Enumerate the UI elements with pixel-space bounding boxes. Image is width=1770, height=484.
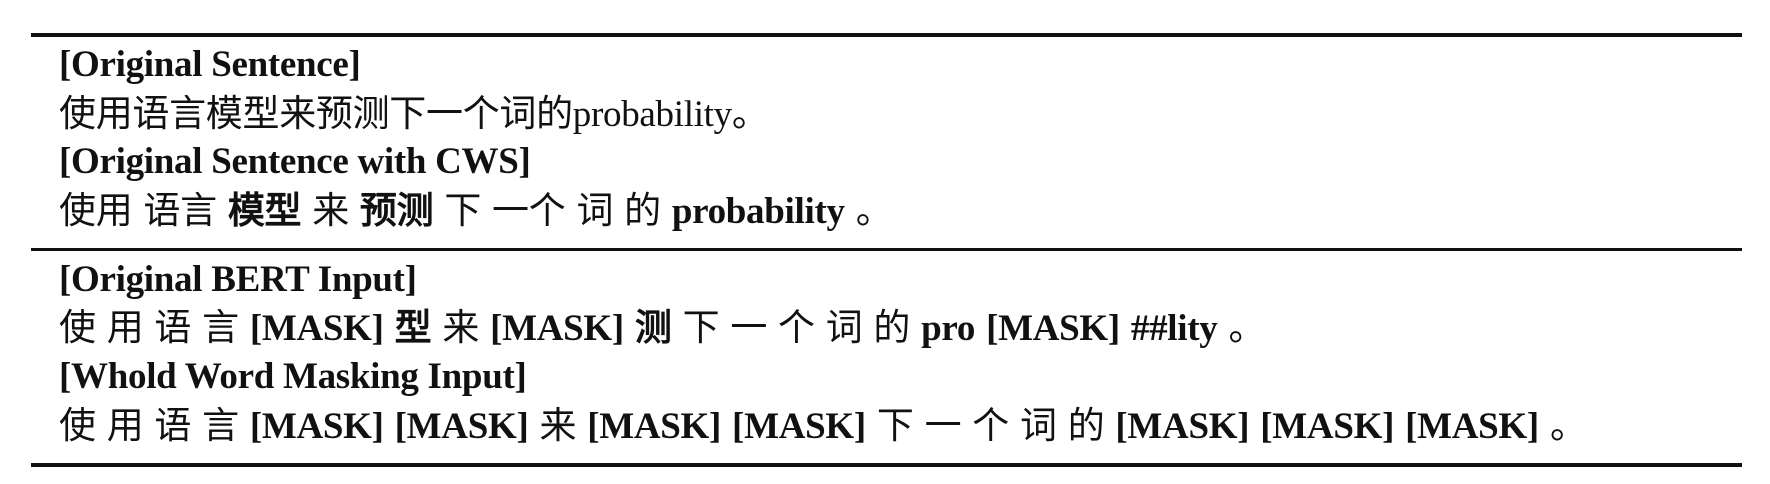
sentence-cws: 使用 语言 模型来预测下一个词的 probability。 bbox=[59, 190, 903, 234]
token: 言 bbox=[202, 308, 239, 349]
sentence-wwm-input: 使用语言 [MASK] [MASK] 来 [MASK] [MASK] 下一个词的 [MASK]… bbox=[59, 405, 1598, 449]
token: [MASK] bbox=[587, 406, 722, 447]
token: 语言 bbox=[143, 191, 217, 232]
token: 使用 bbox=[59, 191, 133, 232]
token: 词 bbox=[576, 191, 614, 232]
token: [MASK] bbox=[1260, 406, 1395, 447]
token: 测 bbox=[634, 308, 672, 349]
token: [MASK] bbox=[1115, 406, 1250, 447]
token: 型 bbox=[394, 308, 432, 349]
token: 语 bbox=[154, 406, 192, 447]
token: 言 bbox=[202, 406, 239, 447]
token: pro bbox=[921, 308, 976, 349]
token: 下 bbox=[682, 308, 720, 349]
token: 使 bbox=[59, 308, 96, 349]
token: 。 bbox=[1228, 308, 1266, 349]
token: [MASK] bbox=[732, 406, 866, 447]
token: 来 bbox=[442, 308, 480, 349]
token: 语 bbox=[154, 308, 192, 349]
sentence-bert-input: 使用语言 [MASK] 型来 [MASK] 测下一个词的 pro [MASK] ##lity。 bbox=[59, 307, 1276, 351]
token: [MASK] bbox=[1405, 406, 1539, 447]
label-whole-word-masking-input: [Whold Word Masking Input] bbox=[59, 356, 527, 397]
middle-rule bbox=[31, 248, 1742, 251]
token: 个 bbox=[972, 406, 1009, 447]
sentence-original: 使用语言模型来预测下一个词的probability。 bbox=[59, 93, 769, 137]
bottom-rule bbox=[31, 463, 1742, 467]
token: ##lity bbox=[1130, 308, 1218, 349]
token: 模型 bbox=[227, 191, 302, 232]
token: 一 bbox=[924, 406, 962, 447]
token: 的 bbox=[873, 308, 911, 349]
token: 用 bbox=[106, 308, 144, 349]
token: 来 bbox=[539, 406, 577, 447]
token: [MASK] bbox=[394, 406, 529, 447]
token: 。 bbox=[1549, 406, 1587, 447]
token: 预测 bbox=[359, 191, 434, 232]
token: 来 bbox=[312, 191, 349, 232]
token: 使用语言模型来预测下一个词的probability。 bbox=[59, 94, 769, 135]
token: 。 bbox=[855, 191, 893, 232]
token: 个 bbox=[778, 308, 815, 349]
token: 使 bbox=[59, 406, 96, 447]
token: [MASK] bbox=[490, 308, 624, 349]
token: [MASK] bbox=[249, 406, 384, 447]
token: 用 bbox=[106, 406, 144, 447]
label-original-bert-input: [Original BERT Input] bbox=[59, 259, 417, 300]
token: 一 bbox=[730, 308, 768, 349]
token: 词 bbox=[825, 308, 863, 349]
token: [MASK] bbox=[986, 308, 1120, 349]
token: 一个 bbox=[492, 191, 566, 232]
token: probability bbox=[671, 191, 845, 232]
token: 词 bbox=[1020, 406, 1057, 447]
label-original-sentence-cws: [Original Sentence with CWS] bbox=[59, 141, 531, 182]
token: 下 bbox=[876, 406, 914, 447]
token: 下 bbox=[444, 191, 482, 232]
token: 的 bbox=[1067, 406, 1105, 447]
token: 的 bbox=[624, 191, 661, 232]
label-original-sentence: [Original Sentence] bbox=[59, 44, 361, 85]
token: [MASK] bbox=[249, 308, 384, 349]
top-rule bbox=[31, 33, 1742, 37]
